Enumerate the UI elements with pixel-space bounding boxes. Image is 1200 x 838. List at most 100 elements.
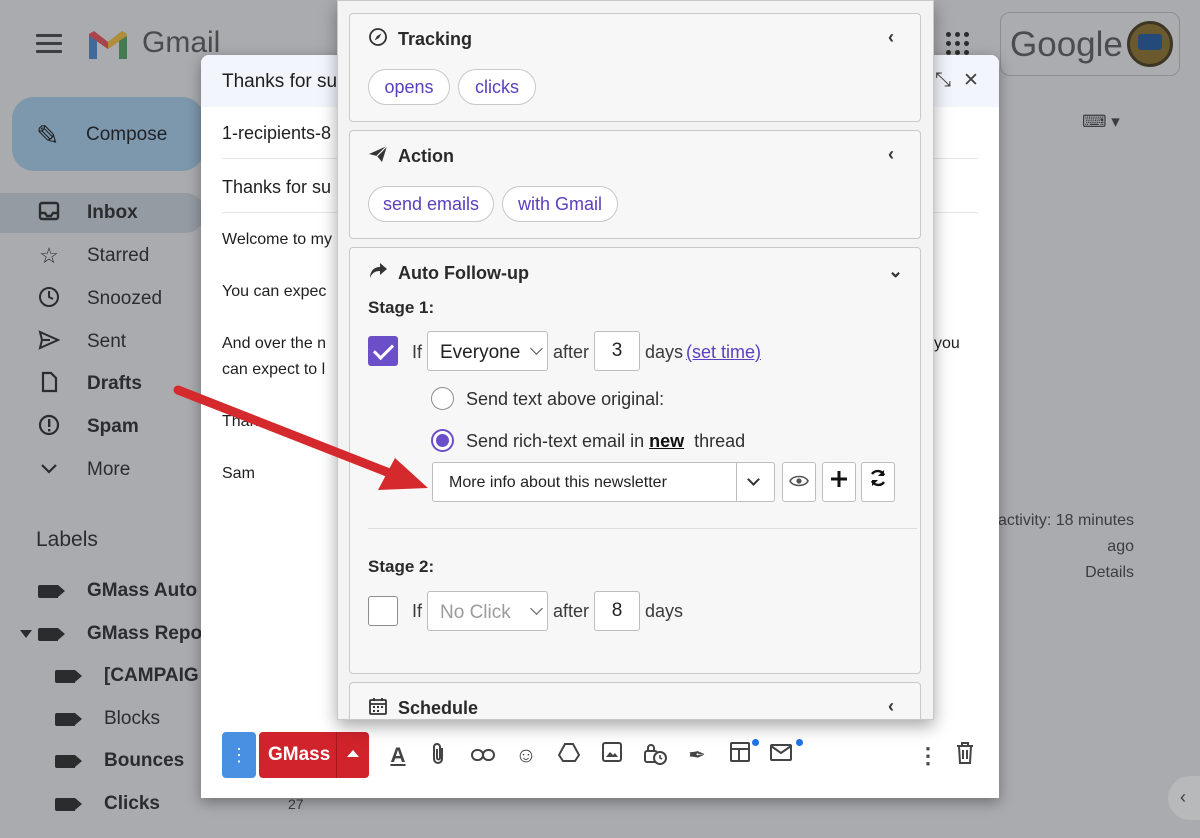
caret-up-icon[interactable] [347,750,359,757]
label-item[interactable]: GMass Auto [0,575,205,609]
preview-button[interactable] [782,462,816,502]
compose-label: Compose [86,124,168,145]
label-text: Blocks [104,708,160,729]
action-send-emails-pill[interactable]: send emails [368,186,494,222]
formatting-icon[interactable]: A [384,742,412,770]
alert-icon [36,414,62,440]
emoji-icon[interactable]: ☺ [512,742,540,770]
chevron-left-icon[interactable]: ‹ [888,27,894,48]
send-icon [36,329,62,355]
chevron-left-icon[interactable]: ‹ [888,144,894,165]
compose-toolbar: ⋮ GMass A ☺ ✒ ⋮ [222,732,982,778]
sidebar-item-snoozed[interactable]: Snoozed [0,279,205,319]
label-item[interactable]: [CAMPAIG [0,660,205,694]
apps-grid-icon[interactable] [946,32,970,56]
if-label: If [412,601,423,621]
details-link[interactable]: Details [988,560,1134,586]
chevron-left-icon[interactable]: ‹ [888,696,894,717]
attach-icon[interactable] [425,742,453,770]
auto-followup-title: Auto Follow-up [398,263,529,283]
trash-icon[interactable] [951,742,979,770]
pencil-icon: ✎ [36,120,60,151]
select-value: Everyone [440,342,521,363]
sidebar-item-starred[interactable]: ☆ Starred [0,236,205,276]
radio-label: Send text above original: [466,389,665,409]
body-text: Welcome to my [222,231,332,248]
label-item[interactable]: GMass Repor [0,618,209,652]
main-menu-icon[interactable] [36,34,62,54]
compose-button[interactable]: ✎ Compose [12,97,204,171]
followup-template-select[interactable]: More info about this newsletter [432,462,775,502]
google-wordmark: Google [1010,25,1123,64]
label-text: [CAMPAIG [104,665,199,686]
divider [336,732,337,778]
send-text-above-radio[interactable] [431,387,454,410]
gmass-send-button[interactable]: GMass [259,732,369,778]
sidebar-item-more[interactable]: More [0,450,205,490]
set-time-link[interactable]: (set time) [686,342,761,363]
caret-down-icon[interactable] [20,630,32,638]
divider [736,463,737,501]
share-arrow-icon [368,262,388,282]
close-icon[interactable]: ✕ [963,69,979,92]
body-text: And over the n [222,335,327,352]
activity-text: activity: 18 minutes [997,512,1134,529]
radio-label-suffix: thread [694,431,746,451]
schedule-title: Schedule [398,698,479,718]
stage-1-condition-select[interactable]: Everyone [427,331,548,371]
stage-2-condition-select[interactable]: No Click [427,591,548,631]
calendar-icon [368,697,388,717]
confidential-icon[interactable] [641,742,669,770]
label-item[interactable]: Bounces [0,745,205,779]
sidebar-item-label: Spam [87,416,139,437]
account-switcher[interactable]: Google [1000,12,1180,76]
divider [368,528,917,529]
sidebar-item-spam[interactable]: Spam [0,407,205,447]
gmass-settings-panel: Tracking ‹ opens clicks Action ‹ send em… [337,0,934,720]
label-item[interactable]: Blocks [0,703,205,737]
stage-2-checkbox[interactable] [368,596,398,626]
after-label: after [553,601,590,621]
tracking-opens-pill[interactable]: opens [368,69,450,105]
expand-icon[interactable]: ⤡ [935,69,951,92]
sidebar-item-label: More [87,459,131,480]
sidebar-item-label: Starred [87,245,150,266]
add-template-button[interactable] [822,462,856,502]
stage-1-days-input[interactable]: 3 [594,331,640,371]
photo-icon[interactable] [598,742,626,770]
label-count: 27 [288,796,304,812]
inbox-icon [36,200,62,226]
refresh-icon [870,469,886,487]
sidebar-item-sent[interactable]: Sent [0,322,205,362]
label-item[interactable]: Clicks [0,788,205,822]
side-panel-toggle[interactable]: ‹ [1168,776,1200,820]
gmass-settings-button[interactable]: ⋮ [222,732,256,778]
signature-pen-icon[interactable]: ✒ [683,742,711,770]
label-tag-icon [55,755,82,768]
refresh-button[interactable] [861,462,895,502]
new-thread-link[interactable]: new [649,431,684,451]
file-icon [36,371,62,397]
stage-2-days-input[interactable]: 8 [594,591,640,631]
more-options-icon[interactable]: ⋮ [914,742,942,770]
action-with-gmail-pill[interactable]: with Gmail [502,186,618,222]
label-tag-icon [38,585,65,598]
keyboard-icon[interactable]: ⌨ ▾ [1082,112,1120,132]
sidebar-item-drafts[interactable]: Drafts [0,364,205,404]
stage-1-checkbox[interactable] [368,336,398,366]
layout-icon[interactable] [726,742,754,770]
gmail-logo-icon [89,31,127,59]
link-icon[interactable] [469,742,497,770]
sidebar-item-inbox[interactable]: Inbox [0,193,205,233]
label-text: GMass Repor [87,623,210,644]
drive-icon[interactable] [555,742,583,770]
mail-merge-icon[interactable] [768,742,796,770]
last-activity: activity: 18 minutes ago Details [988,508,1134,586]
body-text: you [934,335,960,352]
chevron-down-icon[interactable]: ⌄ [888,261,903,282]
tracking-clicks-pill[interactable]: clicks [458,69,536,105]
send-rich-text-radio[interactable] [431,429,454,452]
schedule-section: Schedule ‹ [349,682,921,719]
days-label: days [645,342,684,362]
avatar[interactable] [1127,21,1173,67]
